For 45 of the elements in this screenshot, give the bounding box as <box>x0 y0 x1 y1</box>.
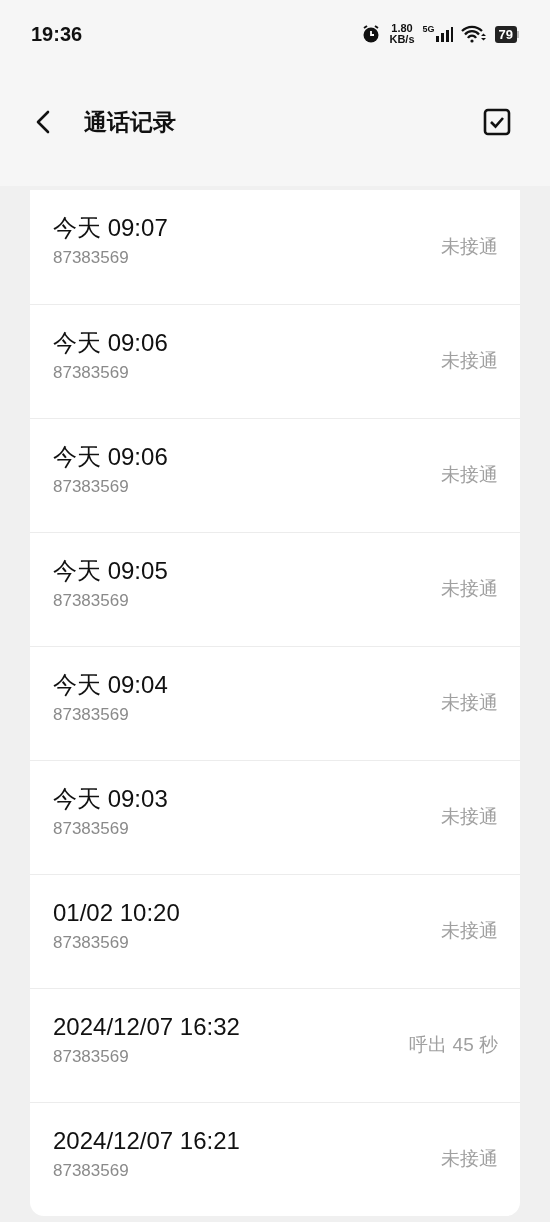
call-status: 未接通 <box>441 691 498 716</box>
select-button[interactable] <box>482 107 512 137</box>
call-status: 呼出 45 秒 <box>409 1033 498 1058</box>
phone-number: 87383569 <box>53 361 130 384</box>
call-status: 未接通 <box>441 463 498 488</box>
call-time: 今天 09:03 <box>53 783 168 814</box>
speed-unit: KB/s <box>389 34 415 45</box>
call-status: 未接通 <box>441 234 498 259</box>
status-time: 19:36 <box>31 22 83 47</box>
call-status: 未接通 <box>441 1147 498 1172</box>
battery-indicator: 79 <box>494 25 519 43</box>
call-record-row[interactable]: 今天 09:04 87383569 未接通 <box>30 646 520 760</box>
phone-number: 87383569 <box>53 1045 130 1068</box>
call-time: 今天 09:06 <box>53 441 168 472</box>
call-status: 未接通 <box>441 577 498 602</box>
call-record-row[interactable]: 今天 09:06 87383569 未接通 <box>30 418 520 532</box>
call-time: 今天 09:07 <box>53 213 168 243</box>
phone-number: 87383569 <box>53 931 130 954</box>
page-title: 通话记录 <box>84 107 176 137</box>
call-record-row[interactable]: 01/02 10:20 87383569 未接通 <box>30 874 520 988</box>
call-status: 未接通 <box>441 805 498 830</box>
call-time: 2024/12/07 16:32 <box>53 1011 240 1042</box>
call-time: 01/02 10:20 <box>53 897 180 928</box>
call-record-row[interactable]: 2024/12/07 16:21 87383569 未接通 <box>30 1102 520 1216</box>
network-speed: 1.80 <box>391 23 413 34</box>
signal-icon <box>434 25 453 43</box>
call-time: 2024/12/07 16:21 <box>53 1125 240 1156</box>
call-record-row[interactable]: 2024/12/07 16:32 87383569 呼出 45 秒 <box>30 988 520 1102</box>
call-record-row[interactable]: 今天 09:05 87383569 未接通 <box>30 532 520 646</box>
call-time: 今天 09:05 <box>53 555 168 586</box>
network-type: 5G <box>422 25 435 34</box>
call-status: 未接通 <box>441 349 498 374</box>
call-record-row[interactable]: 今天 09:03 87383569 未接通 <box>30 760 520 874</box>
call-record-row[interactable]: 今天 09:07 87383569 未接通 <box>30 190 520 304</box>
call-time: 今天 09:06 <box>53 327 168 358</box>
phone-number: 87383569 <box>53 589 130 612</box>
call-record-row[interactable]: 今天 09:06 87383569 未接通 <box>30 304 520 418</box>
phone-number: 87383569 <box>53 703 130 726</box>
call-time: 今天 09:04 <box>53 669 168 700</box>
call-status: 未接通 <box>441 919 498 944</box>
phone-number: 87383569 <box>53 475 130 498</box>
phone-number: 87383569 <box>53 817 130 840</box>
phone-number: 87383569 <box>53 247 130 269</box>
wifi-icon <box>460 25 487 43</box>
phone-number: 87383569 <box>53 1159 130 1182</box>
